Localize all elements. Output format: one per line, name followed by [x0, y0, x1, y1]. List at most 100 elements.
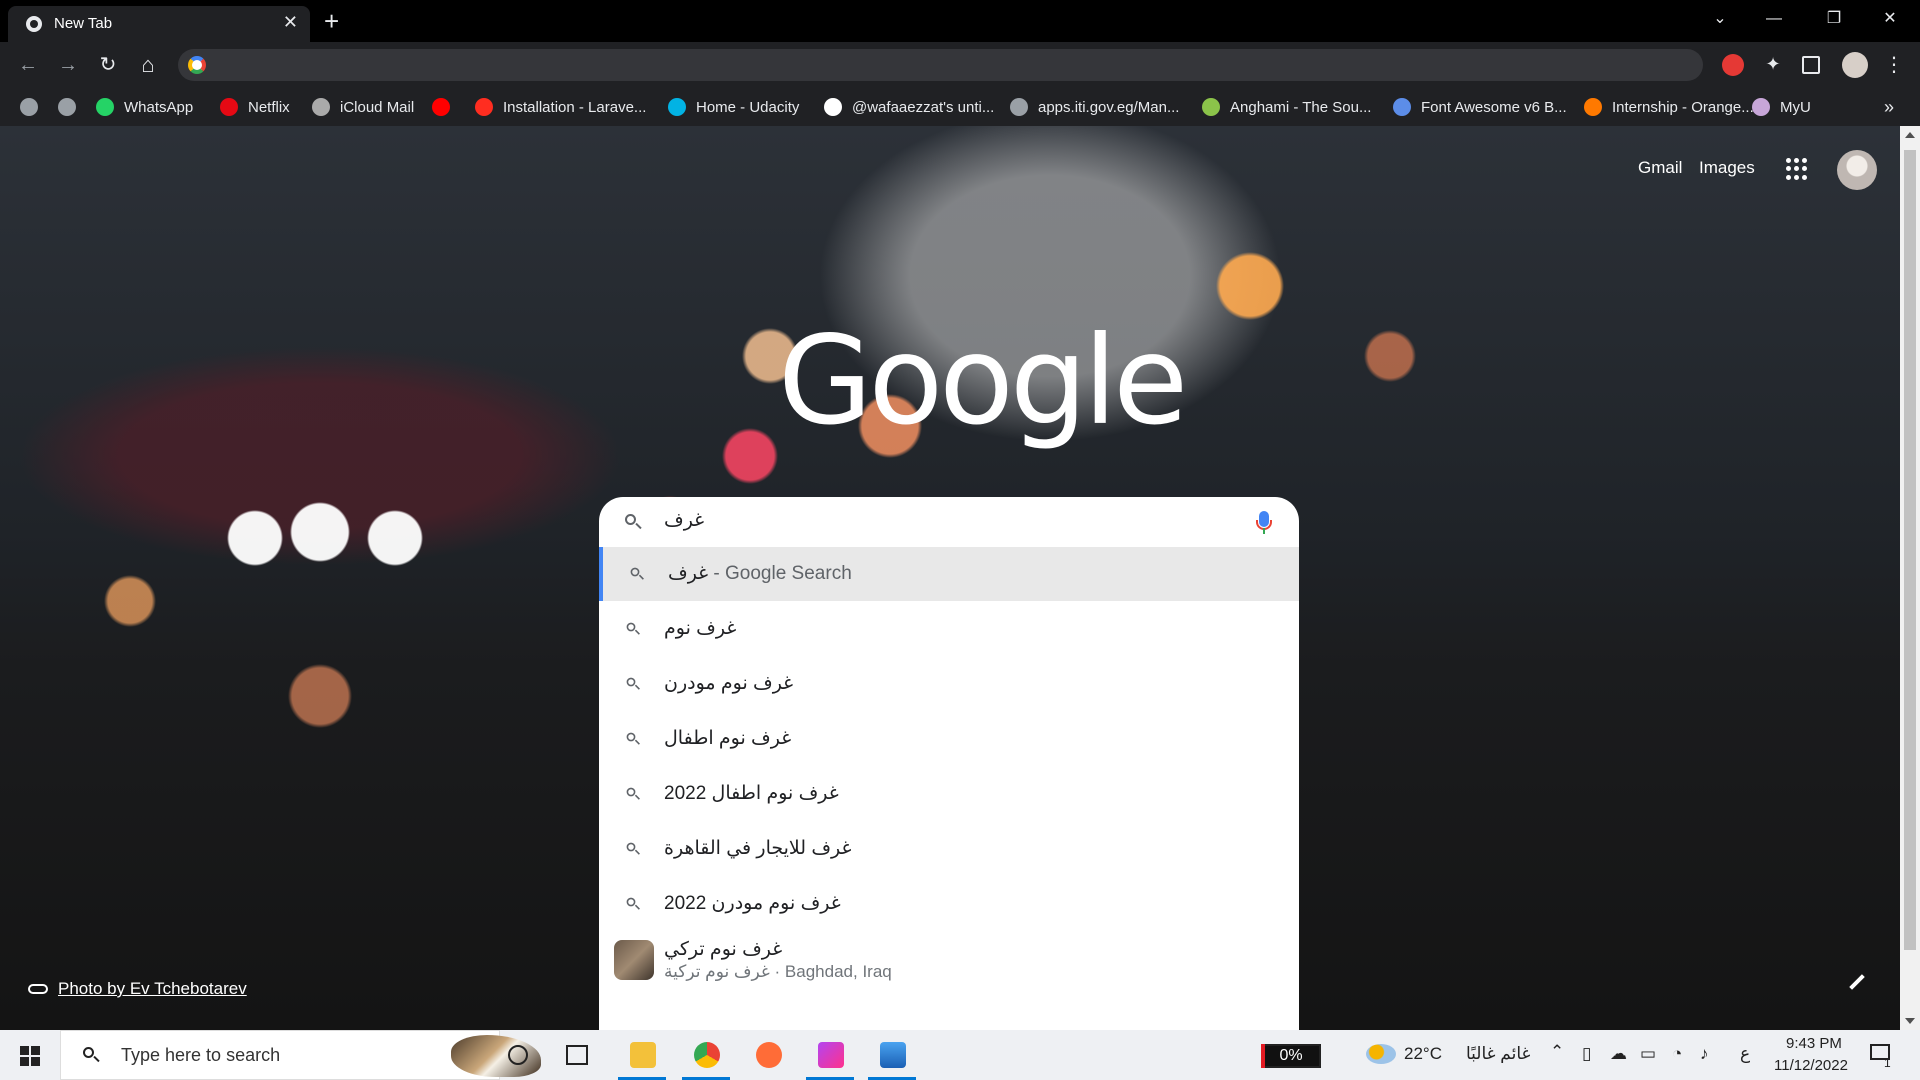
weather-icon[interactable] [1366, 1044, 1396, 1064]
bookmark-item[interactable] [432, 96, 460, 118]
address-bar[interactable] [178, 49, 1703, 81]
adblock-extension-icon[interactable] [1722, 54, 1744, 76]
globe-icon [20, 98, 38, 116]
whatsapp-icon [96, 98, 114, 116]
bookmark-item[interactable] [58, 96, 86, 118]
phpstorm-taskbar[interactable] [800, 1030, 860, 1080]
suggestion-text: غرف للايجار في القاهرة [664, 837, 851, 860]
close-window-button[interactable]: ✕ [1862, 0, 1918, 38]
tab-new-tab[interactable]: New Tab ✕ [8, 6, 310, 42]
tab-search-icon[interactable]: ⌄ [1692, 0, 1748, 38]
bookmarks-overflow-button[interactable]: » [1884, 96, 1894, 118]
extensions-puzzle-icon[interactable]: ✦ [1762, 54, 1784, 76]
bookmark-item[interactable]: Installation - Larave... [475, 96, 646, 118]
suggestion-text: غرف نوم [664, 617, 736, 640]
bookmark-item[interactable]: WhatsApp [96, 96, 193, 118]
bookmark-item[interactable]: MyU [1752, 96, 1811, 118]
suggestion-query: غرف [668, 563, 709, 584]
profile-avatar[interactable] [1842, 52, 1868, 78]
close-tab-icon[interactable]: ✕ [283, 12, 298, 33]
apps-grid-icon[interactable] [1786, 158, 1808, 180]
suggestion-item[interactable]: غرف نوم [599, 602, 1299, 656]
customize-pencil-icon[interactable] [1849, 974, 1865, 990]
search-icon [629, 566, 645, 582]
weather-text[interactable]: غائم غالبًا [1466, 1044, 1530, 1064]
new-tab-button[interactable]: + [324, 6, 339, 37]
device-icon[interactable]: ▯ [1582, 1044, 1591, 1064]
scroll-down-icon[interactable] [1905, 1018, 1915, 1024]
bookmark-label: @wafaaezzat's unti... [852, 98, 995, 116]
bookmark-item[interactable]: Font Awesome v6 B... [1393, 96, 1567, 118]
home-button[interactable]: ⌂ [134, 51, 162, 79]
input-language[interactable]: ع [1740, 1044, 1750, 1064]
temperature[interactable]: 22°C [1404, 1044, 1442, 1064]
bookmark-item[interactable]: @wafaaezzat's unti... [824, 96, 994, 118]
anghami-icon [1202, 98, 1220, 116]
chevron-up-icon[interactable]: ⌃ [1550, 1042, 1564, 1062]
orange-icon [1584, 98, 1602, 116]
cortana-icon[interactable] [508, 1045, 528, 1065]
laravel-icon [475, 98, 493, 116]
bookmark-label: Font Awesome v6 B... [1421, 98, 1567, 116]
search-input[interactable]: غرف [599, 497, 1299, 547]
suggestion-text: غرف - Google Search [668, 562, 852, 585]
battery-indicator[interactable]: 0% [1261, 1044, 1321, 1068]
suggestion-item[interactable]: غرف نوم تركي غرف نوم تركية · Baghdad, Ira… [599, 932, 1299, 992]
suggestion-item[interactable]: غرف نوم مودرن [599, 657, 1299, 711]
reload-button[interactable]: ↻ [94, 51, 122, 79]
speaker-icon[interactable]: ♪ [1700, 1044, 1709, 1064]
bookmark-item[interactable]: apps.iti.gov.eg/Man... [1010, 96, 1179, 118]
menu-dots-icon[interactable]: ⋮ [1880, 51, 1908, 79]
suggestion-query: غرف نوم مودرن 2022 [664, 893, 841, 914]
gmail-link[interactable]: Gmail [1638, 158, 1682, 178]
search-icon [625, 786, 641, 802]
suggestion-item[interactable]: غرف نوم اطفال [599, 712, 1299, 766]
bookmark-label: Anghami - The Sou... [1230, 98, 1372, 116]
bookmark-item[interactable] [20, 96, 48, 118]
windows-start-icon[interactable] [20, 1046, 40, 1066]
bookmark-item[interactable]: Netflix [220, 96, 290, 118]
voice-search-icon[interactable] [1256, 511, 1272, 530]
side-panel-icon[interactable] [1802, 56, 1820, 74]
suggestion-query: غرف نوم اطفال 2022 [664, 783, 839, 804]
google-logo: Google [778, 310, 1188, 452]
clock-time[interactable]: 9:43 PM [1786, 1035, 1842, 1052]
suggestion-query: غرف نوم اطفال [664, 728, 792, 749]
minimize-button[interactable]: — [1746, 0, 1802, 38]
back-button[interactable]: ← [14, 51, 42, 79]
search-box[interactable]: غرف غرف - Google Search غرف نوم غرف نوم مو… [599, 497, 1299, 1030]
suggestion-item[interactable]: غرف للايجار في القاهرة [599, 822, 1299, 876]
suggestion-item[interactable]: غرف نوم مودرن 2022 [599, 877, 1299, 931]
battery-icon[interactable]: ▭ [1640, 1044, 1656, 1064]
restore-button[interactable]: ❐ [1806, 0, 1862, 38]
images-link[interactable]: Images [1699, 158, 1755, 178]
bookmark-item[interactable]: Internship - Orange... [1584, 96, 1754, 118]
suggestion-suffix: - Google Search [708, 563, 852, 584]
bookmark-item[interactable]: Anghami - The Sou... [1202, 96, 1371, 118]
scroll-thumb[interactable] [1904, 150, 1916, 950]
bookmark-item[interactable]: iCloud Mail [312, 96, 414, 118]
forward-button[interactable]: → [54, 51, 82, 79]
task-view-icon[interactable] [566, 1045, 588, 1065]
bookmarks-bar: WhatsApp Netflix iCloud Mail Installation -… [0, 88, 1920, 126]
account-avatar[interactable] [1837, 150, 1877, 190]
page-scrollbar[interactable] [1900, 126, 1920, 1030]
postman-taskbar[interactable] [738, 1030, 798, 1080]
suggestion-item[interactable]: غرف نوم اطفال 2022 [599, 767, 1299, 821]
photos-taskbar[interactable] [862, 1030, 922, 1080]
photo-attribution[interactable]: Photo by Ev Tchebotarev [28, 979, 247, 999]
chrome-taskbar[interactable] [676, 1030, 736, 1080]
scroll-up-icon[interactable] [1905, 132, 1915, 138]
suggestion-item[interactable]: غرف - Google Search [599, 547, 1299, 601]
search-icon [625, 676, 641, 692]
suggestion-text: غرف نوم اطفال [664, 727, 791, 750]
file-explorer-taskbar[interactable] [612, 1030, 672, 1080]
suggestion-query: غرف نوم تركي [664, 939, 783, 960]
attribution-text[interactable]: Photo by Ev Tchebotarev [58, 979, 247, 999]
search-query[interactable]: غرف [664, 509, 704, 532]
clock-date[interactable]: 11/12/2022 [1774, 1057, 1848, 1074]
wifi-icon[interactable]: ◔ [1672, 1044, 1682, 1064]
onedrive-icon[interactable]: ☁ [1610, 1044, 1627, 1064]
bookmark-item[interactable]: Home - Udacity [668, 96, 799, 118]
taskbar-search-box[interactable]: Type here to search [60, 1030, 541, 1080]
